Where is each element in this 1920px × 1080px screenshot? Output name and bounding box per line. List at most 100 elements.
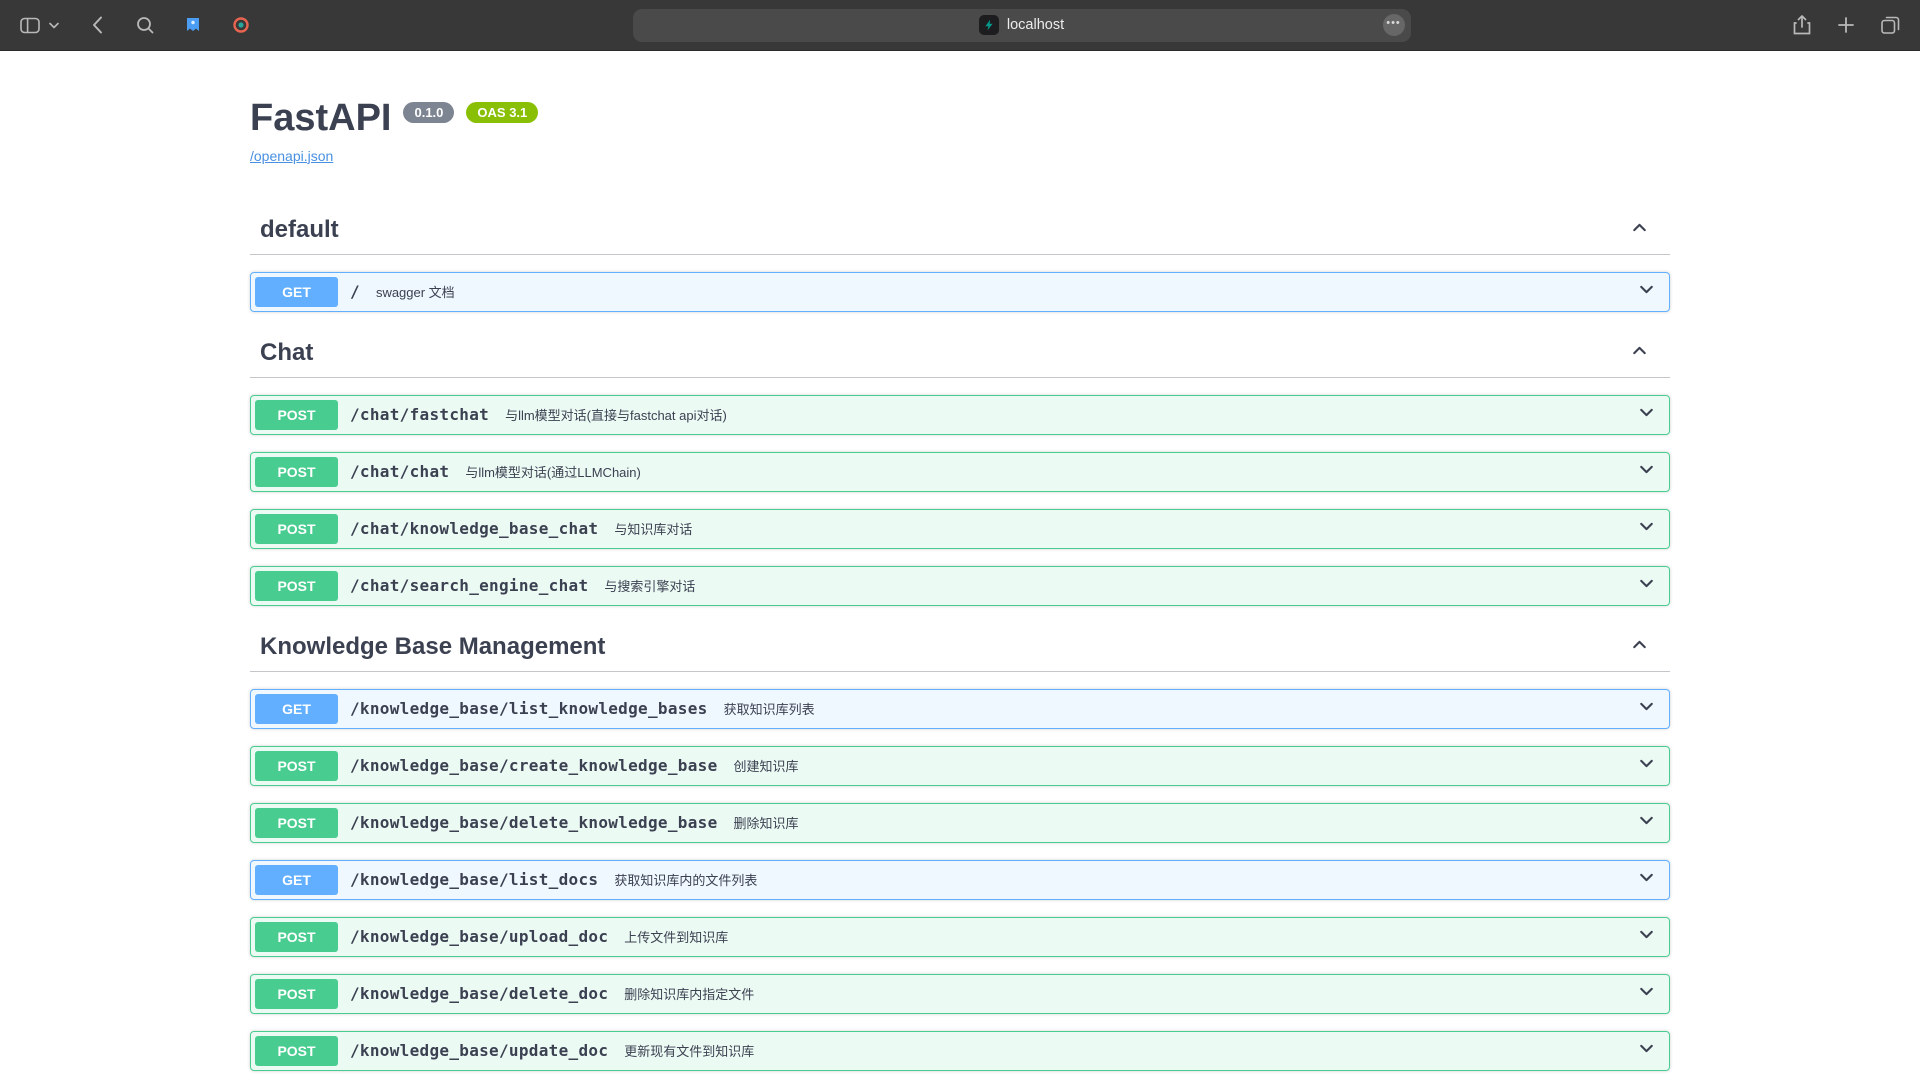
operations-list: GET / swagger 文档 [250, 272, 1670, 312]
extension-button-record[interactable] [229, 13, 253, 37]
tag-header[interactable]: Chat [250, 329, 1670, 378]
address-bar[interactable]: localhost ••• [633, 9, 1411, 42]
sidebar-toggle-button[interactable] [18, 13, 42, 37]
operation-path: / [338, 282, 370, 301]
search-icon [136, 16, 154, 34]
operation-description: 删除知识库 [728, 813, 1636, 832]
tag-title: Chat [260, 339, 313, 367]
openapi-spec-link[interactable]: /openapi.json [250, 148, 333, 164]
operation-row[interactable]: POST /knowledge_base/upload_doc 上传文件到知识库 [250, 917, 1670, 957]
operation-row[interactable]: POST /chat/knowledge_base_chat 与知识库对话 [250, 509, 1670, 549]
operation-path: /knowledge_base/create_knowledge_base [338, 756, 728, 775]
collapse-chevron-icon[interactable] [1629, 634, 1650, 660]
back-icon [92, 16, 103, 34]
favicon-fastapi [979, 15, 999, 35]
collapse-chevron-icon[interactable] [1629, 217, 1650, 243]
oas-badge: OAS 3.1 [466, 102, 538, 123]
expand-chevron-icon[interactable] [1636, 696, 1657, 722]
extension-icon-blue [184, 16, 202, 34]
http-method-badge: POST [255, 571, 338, 601]
tag-header[interactable]: Knowledge Base Management [250, 623, 1670, 672]
operation-path: /knowledge_base/upload_doc [338, 927, 618, 946]
operation-row[interactable]: POST /knowledge_base/create_knowledge_ba… [250, 746, 1670, 786]
http-method-badge: GET [255, 277, 338, 307]
expand-chevron-icon[interactable] [1636, 981, 1657, 1007]
tag-header[interactable]: default [250, 206, 1670, 255]
new-tab-button[interactable] [1834, 13, 1858, 37]
swagger-page: FastAPI 0.1.0 OAS 3.1 /openapi.json defa… [0, 51, 1920, 1080]
api-tag-section: Knowledge Base Management GET /knowledge… [250, 623, 1670, 1080]
api-tag-section: default GET / swagger 文档 [250, 206, 1670, 312]
http-method-badge: POST [255, 400, 338, 430]
tag-title: Knowledge Base Management [260, 633, 605, 661]
browser-toolbar: localhost ••• [0, 0, 1920, 51]
version-badge: 0.1.0 [403, 102, 454, 123]
operation-row[interactable]: POST /chat/chat 与llm模型对话(通过LLMChain) [250, 452, 1670, 492]
operations-list: GET /knowledge_base/list_knowledge_bases… [250, 689, 1670, 1080]
tab-overview-icon [1881, 16, 1900, 34]
operation-row[interactable]: GET /knowledge_base/list_docs 获取知识库内的文件列… [250, 860, 1670, 900]
http-method-badge: POST [255, 514, 338, 544]
sidebar-menu-button[interactable] [47, 13, 61, 37]
url-text: localhost [1007, 17, 1064, 33]
share-button[interactable] [1790, 13, 1814, 37]
operation-description: 创建知识库 [728, 756, 1636, 775]
operation-path: /knowledge_base/update_doc [338, 1041, 618, 1060]
http-method-badge: POST [255, 922, 338, 952]
expand-chevron-icon[interactable] [1636, 573, 1657, 599]
operation-path: /chat/chat [338, 462, 459, 481]
expand-chevron-icon[interactable] [1636, 459, 1657, 485]
collapse-chevron-icon[interactable] [1629, 340, 1650, 366]
api-tag-section: Chat POST /chat/fastchat 与llm模型对话(直接与fas… [250, 329, 1670, 606]
operation-row[interactable]: GET / swagger 文档 [250, 272, 1670, 312]
expand-chevron-icon[interactable] [1636, 279, 1657, 305]
operation-row[interactable]: POST /chat/fastchat 与llm模型对话(直接与fastchat… [250, 395, 1670, 435]
operation-description: swagger 文档 [370, 282, 1636, 301]
expand-chevron-icon[interactable] [1636, 516, 1657, 542]
operation-row[interactable]: POST /knowledge_base/delete_knowledge_ba… [250, 803, 1670, 843]
operation-path: /knowledge_base/list_knowledge_bases [338, 699, 718, 718]
extension-button-blue[interactable] [181, 13, 205, 37]
tag-title: default [260, 216, 339, 244]
page-settings-icon: ••• [1386, 18, 1401, 29]
operation-description: 与llm模型对话(直接与fastchat api对话) [499, 405, 1636, 424]
page-settings-button[interactable]: ••• [1383, 14, 1405, 36]
expand-chevron-icon[interactable] [1636, 924, 1657, 950]
operation-path: /knowledge_base/delete_knowledge_base [338, 813, 728, 832]
http-method-badge: POST [255, 808, 338, 838]
http-method-badge: GET [255, 865, 338, 895]
operations-list: POST /chat/fastchat 与llm模型对话(直接与fastchat… [250, 395, 1670, 606]
operation-row[interactable]: GET /knowledge_base/list_knowledge_bases… [250, 689, 1670, 729]
operation-row[interactable]: POST /chat/search_engine_chat 与搜索引擎对话 [250, 566, 1670, 606]
operation-description: 与知识库对话 [608, 519, 1636, 538]
tab-overview-button[interactable] [1878, 13, 1902, 37]
operation-description: 更新现有文件到知识库 [618, 1041, 1636, 1060]
operation-description: 与搜索引擎对话 [598, 576, 1636, 595]
sidebar-icon [20, 17, 40, 34]
chevron-down-icon [49, 22, 59, 29]
extension-icon-record [232, 16, 250, 34]
share-icon [1793, 15, 1811, 35]
operation-description: 获取知识库列表 [718, 699, 1636, 718]
operation-description: 与llm模型对话(通过LLMChain) [459, 462, 1636, 481]
expand-chevron-icon[interactable] [1636, 402, 1657, 428]
http-method-badge: POST [255, 751, 338, 781]
operation-path: /knowledge_base/list_docs [338, 870, 608, 889]
operation-path: /knowledge_base/delete_doc [338, 984, 618, 1003]
operation-description: 上传文件到知识库 [618, 927, 1636, 946]
operation-path: /chat/search_engine_chat [338, 576, 598, 595]
page-title: FastAPI [250, 97, 391, 141]
expand-chevron-icon[interactable] [1636, 1038, 1657, 1064]
http-method-badge: POST [255, 1036, 338, 1066]
api-sections: default GET / swagger 文档 Chat POST /ch [250, 206, 1670, 1080]
operation-description: 获取知识库内的文件列表 [608, 870, 1636, 889]
search-button[interactable] [133, 13, 157, 37]
http-method-badge: POST [255, 457, 338, 487]
operation-row[interactable]: POST /knowledge_base/delete_doc 删除知识库内指定… [250, 974, 1670, 1014]
operation-path: /chat/knowledge_base_chat [338, 519, 608, 538]
back-button[interactable] [85, 13, 109, 37]
expand-chevron-icon[interactable] [1636, 810, 1657, 836]
operation-row[interactable]: POST /knowledge_base/update_doc 更新现有文件到知… [250, 1031, 1670, 1071]
expand-chevron-icon[interactable] [1636, 867, 1657, 893]
expand-chevron-icon[interactable] [1636, 753, 1657, 779]
